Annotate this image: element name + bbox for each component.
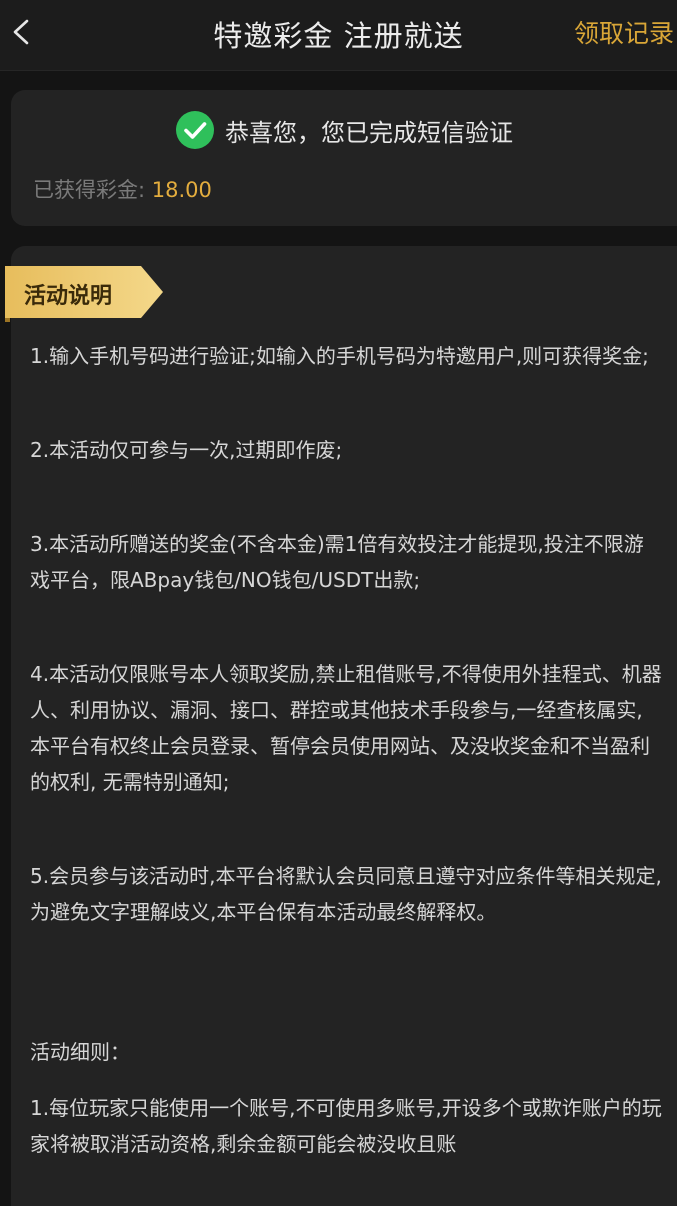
top-bar: 特邀彩金 注册就送 领取记录	[0, 0, 677, 71]
bonus-label: 已获得彩金:	[33, 178, 152, 202]
rule-item: 5.会员参与该活动时,本平台将默认会员同意且遵守对应条件等相关规定,为避免文字理…	[30, 864, 662, 924]
rule-item: 1.输入手机号码进行验证;如输入的手机号码为特邀用户,则可获得奖金;	[30, 344, 649, 368]
detail-item: 1.每位玩家只能使用一个账号,不可使用多账号,开设多个或欺诈账户的玩家将被取消活…	[30, 1096, 662, 1156]
check-circle-icon	[176, 111, 214, 149]
bonus-amount: 18.00	[151, 178, 212, 202]
verification-message: 恭喜您，您已完成短信验证	[225, 118, 513, 147]
rule-item: 2.本活动仅可参与一次,过期即作废;	[30, 438, 343, 462]
rule-item: 3.本活动所赠送的奖金(不含本金)需1倍有效投注才能提现,投注不限游戏平台，限A…	[30, 532, 644, 592]
claim-records-link[interactable]: 领取记录	[574, 14, 674, 50]
activity-description: 1.输入手机号码进行验证;如输入的手机号码为特邀用户,则可获得奖金; 2.本活动…	[30, 338, 662, 1162]
verification-status: 恭喜您，您已完成短信验证	[11, 109, 677, 151]
section-title: 活动说明	[24, 284, 113, 309]
verification-card: 恭喜您，您已完成短信验证 已获得彩金: 18.00	[11, 90, 677, 226]
details-heading: 活动细则：	[30, 1040, 130, 1064]
rule-item: 4.本活动仅限账号本人领取奖励,禁止租借账号,不得使用外挂程式、机器人、利用协议…	[30, 662, 662, 794]
bonus-earned: 已获得彩金: 18.00	[33, 174, 212, 204]
